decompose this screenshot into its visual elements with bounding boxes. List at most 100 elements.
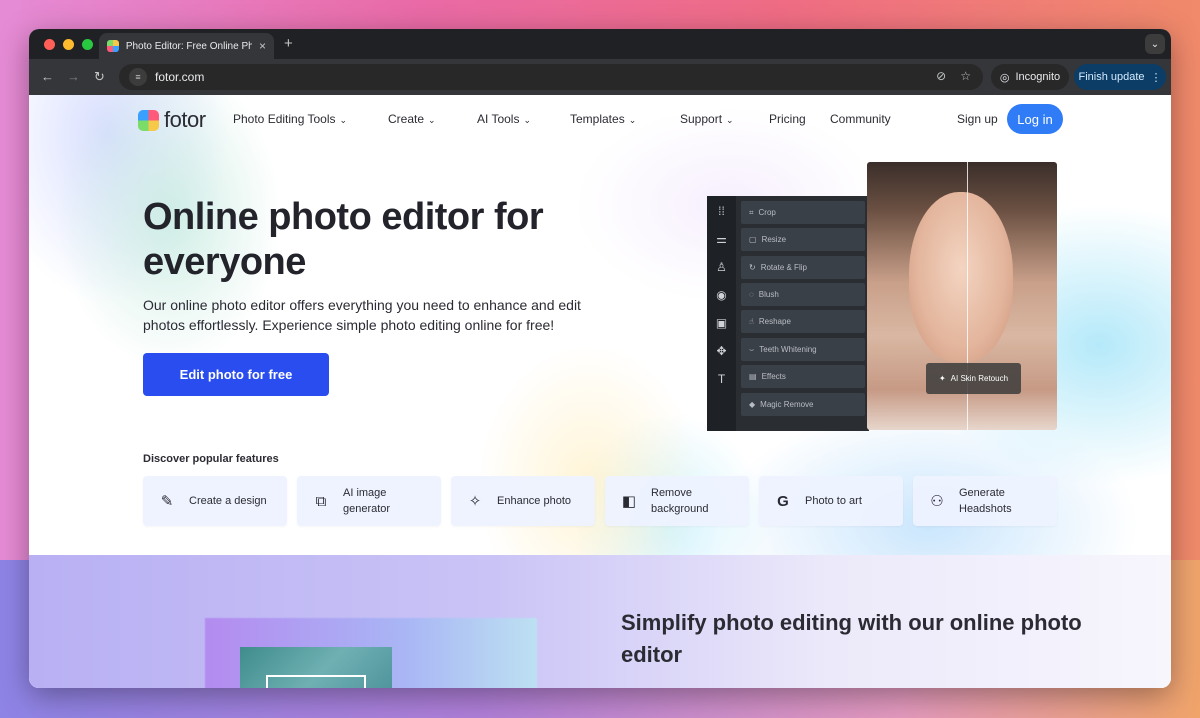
text-icon: T <box>717 372 726 386</box>
rotate-icon: ↻ <box>749 263 756 272</box>
features-heading: Discover popular features <box>143 453 279 465</box>
reshape-icon: ☝ <box>749 317 754 326</box>
site-navbar: fotor Photo Editing Tools ⌄ Create ⌄ AI To… <box>29 95 1171 143</box>
logo-text: fotor <box>164 107 206 132</box>
chevron-down-icon: ⌄ <box>428 115 436 125</box>
nav-templates[interactable]: Templates ⌄ <box>570 112 636 126</box>
feature-label: Create a design <box>189 495 267 507</box>
feature-label: Enhance photo <box>497 495 572 507</box>
login-button[interactable]: Log in <box>1007 104 1063 134</box>
cutout-icon: ◧ <box>621 493 637 510</box>
lower-section: Simplify photo editing with our online p… <box>29 555 1171 688</box>
url-text[interactable]: fotor.com <box>155 70 204 84</box>
feature-label: Photo to art <box>805 495 862 507</box>
nav-label: AI Tools <box>477 112 520 126</box>
incognito-indicator[interactable]: ◎ Incognito <box>991 64 1069 90</box>
fotor-logo-icon <box>138 109 159 131</box>
hero-section: fotor Photo Editing Tools ⌄ Create ⌄ AI To… <box>29 95 1171 555</box>
maximize-window-button[interactable] <box>82 39 93 50</box>
tool-item: ▤ Effects <box>741 365 865 388</box>
chevron-down-icon: ⌄ <box>339 115 348 125</box>
forward-arrow-icon[interactable]: → <box>67 69 80 84</box>
sparkle-icon: ✧ <box>468 493 482 510</box>
bookmark-star-icon[interactable]: ☆ <box>960 69 971 83</box>
edit-photo-button[interactable]: Edit photo for free <box>143 353 329 396</box>
window-controls <box>44 39 93 50</box>
tool-label: Crop <box>758 208 776 217</box>
tab-bar: Photo Editor: Free Online Pho × + ⌄ <box>29 29 1171 59</box>
fotor-favicon-icon <box>107 40 119 52</box>
editor-icon-rail: ⁞⁞ ⚌ ♙ ◉ ▣ ✥ T <box>707 196 736 431</box>
teeth-icon: ⌣ <box>749 344 755 354</box>
sliders-icon: ⚌ <box>716 232 727 246</box>
fotor-logo[interactable]: fotor <box>138 107 206 133</box>
eye-off-icon[interactable]: ⊘ <box>936 69 946 83</box>
address-bar[interactable]: ≡ fotor.com ⊘ ☆ <box>119 64 983 90</box>
tool-item: ⌣ Teeth Whitening <box>741 338 865 361</box>
grid-icon: ⁞⁞ <box>718 204 725 218</box>
finish-update-button[interactable]: Finish update ⋮ <box>1074 64 1166 90</box>
art-icon: G <box>777 492 789 510</box>
browser-tab[interactable]: Photo Editor: Free Online Pho × <box>99 33 274 59</box>
frame-icon: ▣ <box>715 316 728 330</box>
more-vert-icon: ⋮ <box>1150 71 1162 84</box>
tool-item: ☝ Reshape <box>741 310 865 333</box>
skin-retouch-badge: ✦ AI Skin Retouch <box>926 363 1021 394</box>
incognito-icon: ◎ <box>999 71 1010 84</box>
tool-item: ◌ Blush <box>741 283 865 306</box>
magic-pencil-icon: ✎ <box>160 493 174 510</box>
user-plus-icon: ⚇ <box>930 493 944 510</box>
tool-label: Blush <box>758 290 779 299</box>
nav-pricing[interactable]: Pricing <box>769 112 806 126</box>
nav-create[interactable]: Create ⌄ <box>388 112 436 126</box>
hero-title: Online photo editor for everyone <box>143 196 544 283</box>
close-tab-icon[interactable]: × <box>259 40 266 52</box>
new-tab-button[interactable]: + <box>284 35 293 52</box>
ai-image-icon: ⧉ <box>315 492 327 510</box>
lower-section-title: Simplify photo editing with our online p… <box>621 610 1082 667</box>
feature-generate-headshots[interactable]: ⚇ Generate Headshots <box>913 476 1057 526</box>
beauty-icon: ♙ <box>716 260 727 274</box>
elements-icon: ✥ <box>716 344 727 358</box>
nav-label: Photo Editing Tools <box>233 112 336 126</box>
nav-community[interactable]: Community <box>830 112 891 126</box>
nav-photo-editing-tools[interactable]: Photo Editing Tools ⌄ <box>233 112 347 126</box>
nav-label: Pricing <box>769 112 806 126</box>
retouch-label: AI Skin Retouch <box>950 374 1009 383</box>
feature-label: Remove background <box>651 487 709 515</box>
nav-label: Create <box>388 112 425 126</box>
feature-create-design[interactable]: ✎ Create a design <box>143 476 287 526</box>
tab-title: Photo Editor: Free Online Pho <box>125 40 252 52</box>
signup-link[interactable]: Sign up <box>957 112 998 126</box>
hero-subtitle: Our online photo editor offers everythin… <box>143 297 581 333</box>
crop-frame <box>266 675 366 688</box>
nav-label: Community <box>830 112 891 126</box>
nav-ai-tools[interactable]: AI Tools ⌄ <box>477 112 531 126</box>
feature-remove-background[interactable]: ◧ Remove background <box>605 476 749 526</box>
effects-icon: ▤ <box>749 372 757 381</box>
tool-label: Effects <box>761 372 786 381</box>
feature-ai-image-generator[interactable]: ⧉ AI image generator <box>297 476 441 526</box>
incognito-label: Incognito <box>1015 71 1061 83</box>
close-window-button[interactable] <box>44 39 55 50</box>
tool-item: ▢ Resize <box>741 228 865 251</box>
tool-label: Teeth Whitening <box>759 345 817 354</box>
nav-label: Support <box>680 112 723 126</box>
chevron-down-icon: ⌄ <box>523 115 532 125</box>
eraser-icon: ◆ <box>749 400 756 409</box>
site-info-icon[interactable]: ≡ <box>129 68 147 86</box>
web-page: fotor Photo Editing Tools ⌄ Create ⌄ AI To… <box>29 95 1171 688</box>
portrait-face <box>909 192 1013 362</box>
feature-enhance-photo[interactable]: ✧ Enhance photo <box>451 476 595 526</box>
reload-icon[interactable]: ↻ <box>94 69 105 85</box>
feature-label: Generate Headshots <box>959 487 1012 515</box>
tool-label: Resize <box>761 235 787 244</box>
eye-icon: ◉ <box>716 288 727 302</box>
feature-photo-to-art[interactable]: G Photo to art <box>759 476 903 526</box>
minimize-window-button[interactable] <box>63 39 74 50</box>
nav-support[interactable]: Support ⌄ <box>680 112 734 126</box>
back-arrow-icon[interactable]: ← <box>41 69 54 84</box>
chevron-down-icon: ⌄ <box>726 115 734 125</box>
tool-item: ◆ Magic Remove <box>741 393 865 416</box>
tab-search-button[interactable]: ⌄ <box>1145 34 1165 54</box>
